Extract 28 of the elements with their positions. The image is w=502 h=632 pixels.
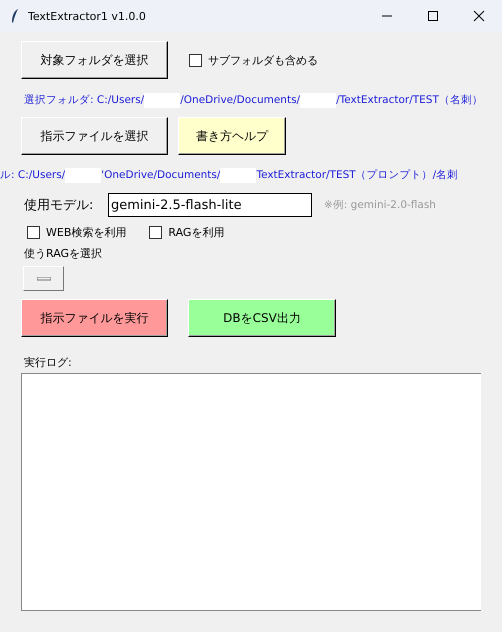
path-text: ル: C:/Users/ [0,168,66,182]
checkbox-label: WEB検索を利用 [46,225,126,240]
dropdown-button[interactable] [23,266,64,291]
model-input[interactable]: gemini-2.5-flash-lite [108,193,312,217]
dash-icon [36,276,50,280]
checkbox-label: RAGを利用 [168,225,224,240]
path-text: TextExtractor/TEST（プロンプト）/名刺 [256,168,458,182]
window-title: TextExtractor1 v1.0.0 [28,10,147,22]
maximize-icon [427,10,439,22]
field-label: 使用モデル: [24,197,94,214]
log-label: 実行ログ: [24,355,73,370]
help-button[interactable]: 書き方ヘルプ [178,117,286,155]
feather-icon [10,8,20,24]
section-label: 使うRAGを選択 [24,246,104,261]
hint-text: ※例: gemini-2.0-flash [324,198,436,212]
select-folder-button[interactable]: 対象フォルダを選択 [21,41,168,79]
select-instruction-button[interactable]: 指示ファイルを選択 [21,117,168,155]
checkbox-label: サブフォルダも含める [208,52,318,68]
path-text: /TextExtractor/TEST（名刺） [336,93,483,107]
path-text: /OneDrive/Documents/ [180,94,300,106]
export-button[interactable]: DBをCSV出力 [188,299,336,337]
checkbox[interactable] [189,54,202,66]
path-text: 選択フォルダ: C:/Users/ [24,93,144,107]
run-button[interactable]: 指示ファイルを実行 [21,299,168,337]
close-icon [473,10,485,22]
checkbox[interactable] [27,226,40,239]
path-text: 'OneDrive/Documents/ [101,169,220,181]
checkbox[interactable] [149,226,162,239]
